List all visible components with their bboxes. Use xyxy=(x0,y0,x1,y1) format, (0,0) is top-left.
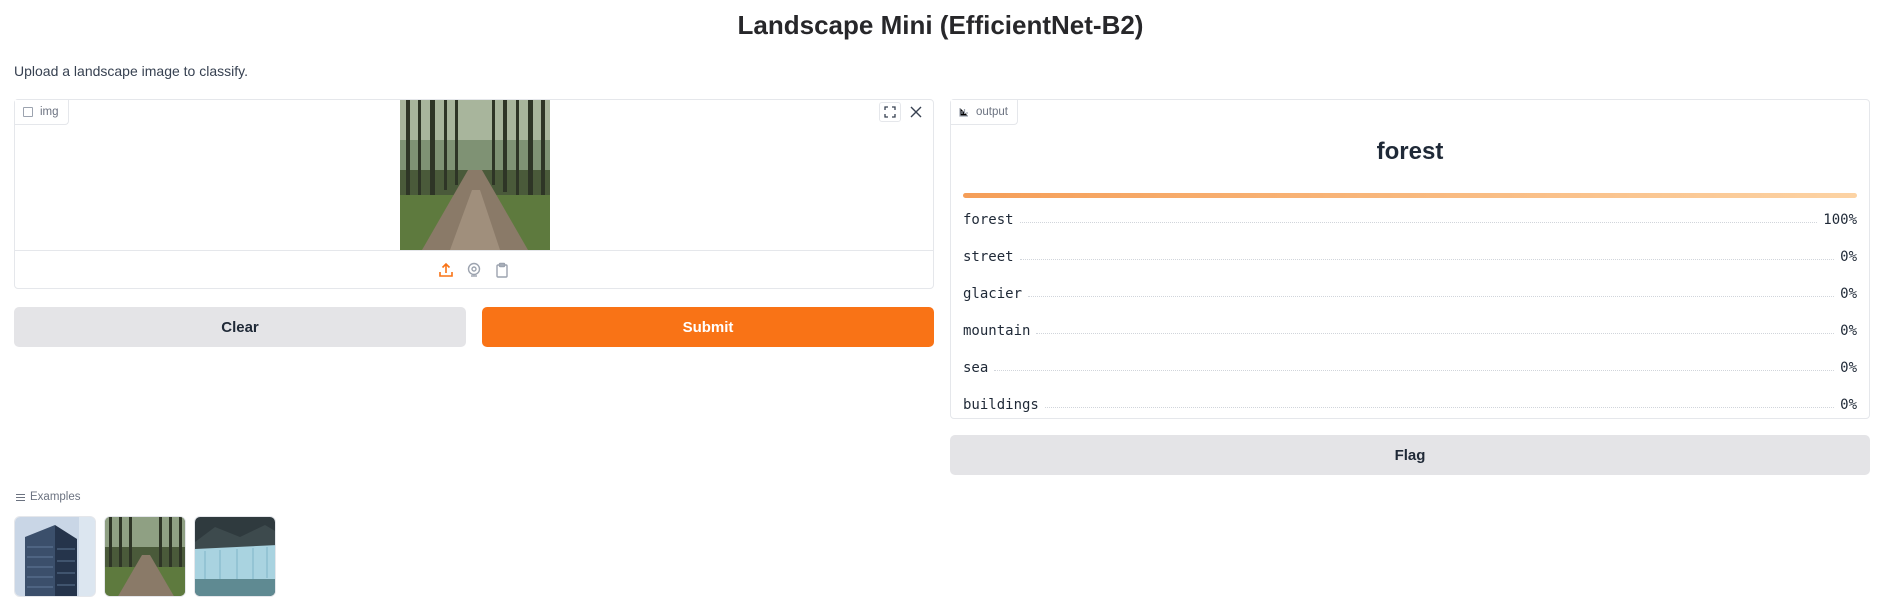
examples-header: Examples xyxy=(16,491,81,503)
upload-icon xyxy=(439,262,453,277)
confidence-class: glacier xyxy=(963,285,1023,302)
confidence-list: forest 100% street 0% glacier 0% mountai… xyxy=(963,201,1857,423)
confidence-value: 100% xyxy=(1823,211,1857,228)
input-label: img xyxy=(40,106,59,118)
image-icon xyxy=(23,107,33,117)
confidence-value: 0% xyxy=(1840,396,1857,413)
bar-chart-icon xyxy=(959,108,968,117)
example-thumbnail-forest[interactable] xyxy=(104,516,186,597)
close-icon xyxy=(910,106,922,118)
predicted-label: forest xyxy=(1376,138,1444,165)
output-label: output xyxy=(976,106,1008,118)
confidence-value: 0% xyxy=(1840,359,1857,376)
confidence-class: buildings xyxy=(963,396,1039,413)
webcam-source-button[interactable] xyxy=(465,261,483,279)
input-label-tag: img xyxy=(15,100,69,125)
confidence-class: street xyxy=(963,248,1014,265)
uploaded-image-preview xyxy=(400,100,550,250)
flag-button[interactable]: Flag xyxy=(950,435,1870,475)
examples-label: Examples xyxy=(30,491,81,503)
output-panel: output forest forest 100% street 0% glac… xyxy=(950,99,1870,419)
confidence-row[interactable]: buildings 0% xyxy=(963,386,1857,423)
confidence-row[interactable]: forest 100% xyxy=(963,201,1857,238)
confidence-row[interactable]: glacier 0% xyxy=(963,275,1857,312)
confidence-class: forest xyxy=(963,211,1014,228)
output-label-tag: output xyxy=(951,100,1018,125)
confidence-value: 0% xyxy=(1840,248,1857,265)
confidence-row[interactable]: street 0% xyxy=(963,238,1857,275)
confidence-value: 0% xyxy=(1840,285,1857,302)
list-icon xyxy=(16,493,25,501)
clear-button[interactable]: Clear xyxy=(14,307,466,347)
fullscreen-button[interactable] xyxy=(879,102,901,122)
page-description: Upload a landscape image to classify. xyxy=(14,63,248,79)
example-thumbnail-glacier[interactable] xyxy=(194,516,276,597)
webcam-icon xyxy=(467,262,481,277)
example-thumbnail-buildings[interactable] xyxy=(14,516,96,597)
upload-source-button[interactable] xyxy=(437,261,455,279)
source-selector xyxy=(15,250,933,289)
confidence-row[interactable]: mountain 0% xyxy=(963,312,1857,349)
confidence-row[interactable]: sea 0% xyxy=(963,349,1857,386)
fullscreen-icon xyxy=(884,106,896,118)
confidence-class: sea xyxy=(963,359,989,376)
clipboard-source-button[interactable] xyxy=(493,261,511,279)
image-input-panel[interactable]: img xyxy=(14,99,934,289)
confidence-value: 0% xyxy=(1840,322,1857,339)
page-title: Landscape Mini (EfficientNet-B2) xyxy=(737,10,1144,40)
top-confidence-bar xyxy=(963,193,1857,198)
submit-button[interactable]: Submit xyxy=(482,307,934,347)
confidence-class: mountain xyxy=(963,322,1031,339)
clipboard-icon xyxy=(496,262,508,278)
clear-image-button[interactable] xyxy=(905,102,927,122)
